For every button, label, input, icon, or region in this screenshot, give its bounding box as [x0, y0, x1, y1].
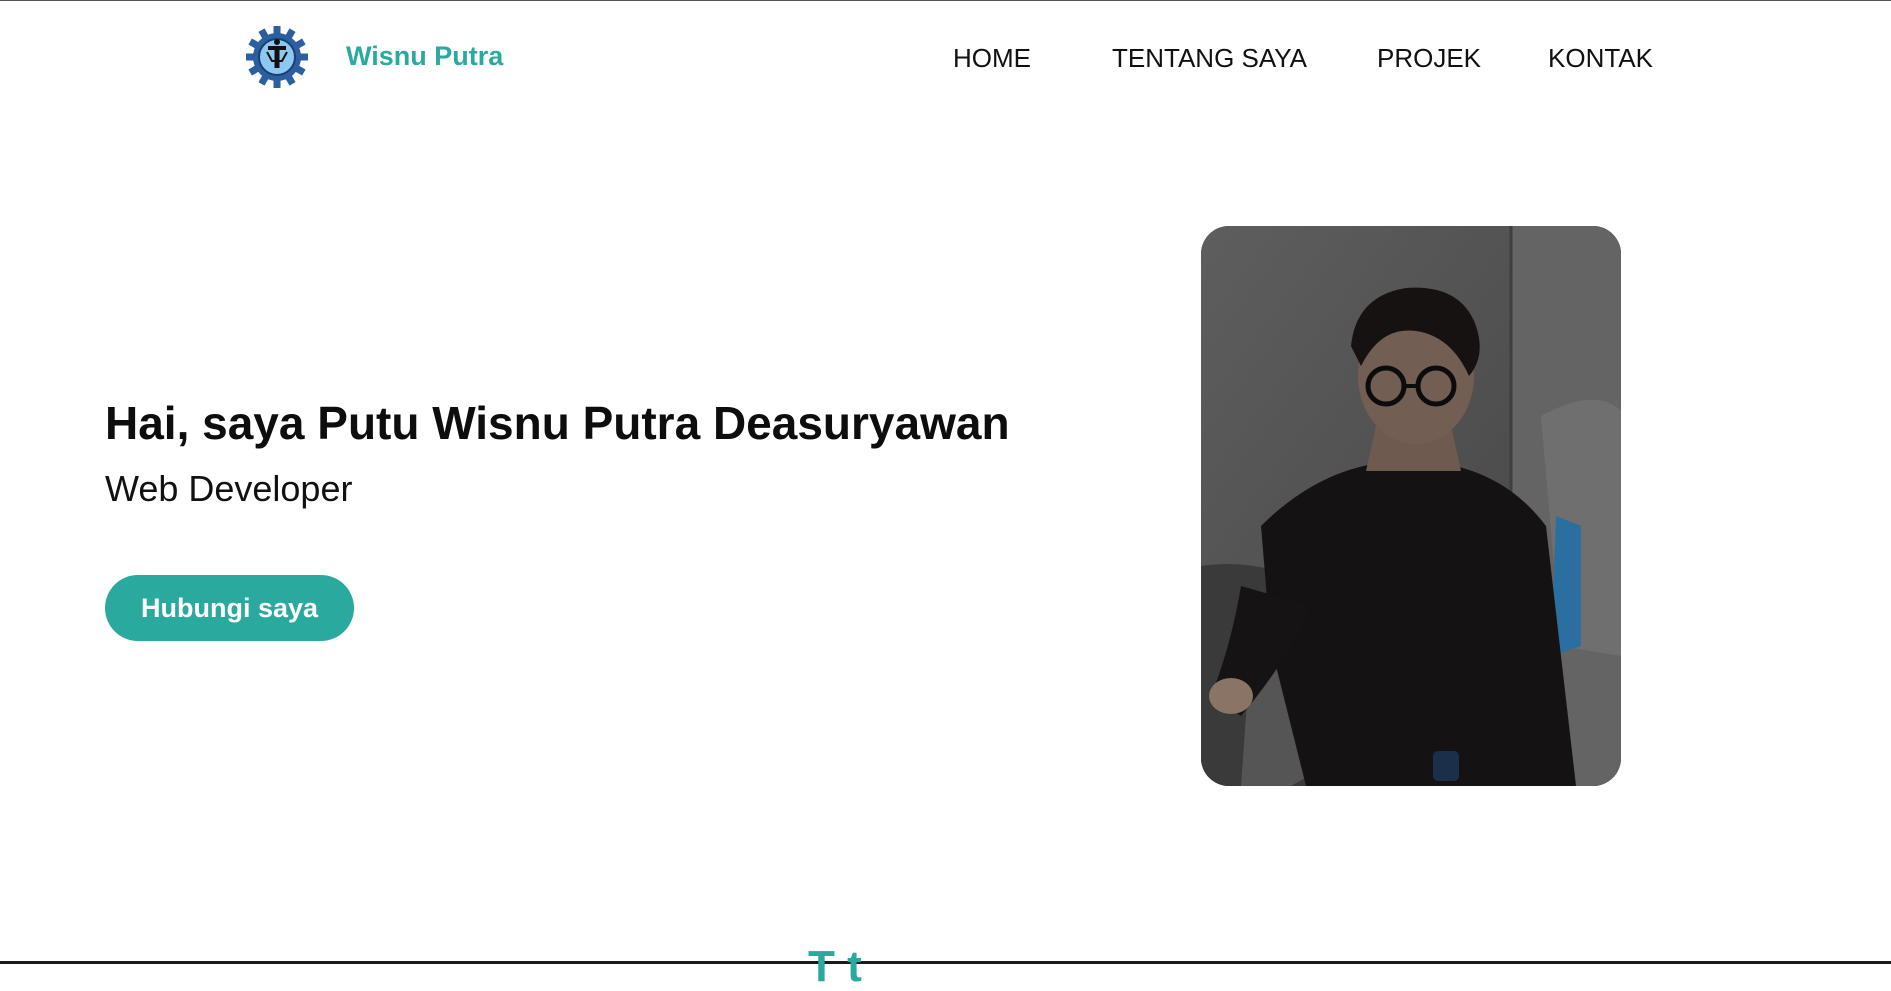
nav-about[interactable]: TENTANG SAYA: [1112, 43, 1307, 74]
brand-name[interactable]: Wisnu Putra: [346, 41, 503, 72]
site-header: Wisnu Putra HOME TENTANG SAYA PROJEK KON…: [0, 1, 1891, 116]
nav-home[interactable]: HOME: [953, 43, 1031, 74]
gear-logo-icon[interactable]: [246, 26, 308, 88]
contact-me-button[interactable]: Hubungi saya: [105, 575, 354, 641]
hero-subtitle: Web Developer: [105, 468, 353, 509]
nav-contact[interactable]: KONTAK: [1548, 43, 1653, 74]
profile-photo: [1201, 226, 1621, 786]
nav-projects[interactable]: PROJEK: [1377, 43, 1481, 74]
hero-title: Hai, saya Putu Wisnu Putra Deasuryawan: [105, 397, 1010, 449]
next-section-heading: T t: [808, 942, 862, 991]
